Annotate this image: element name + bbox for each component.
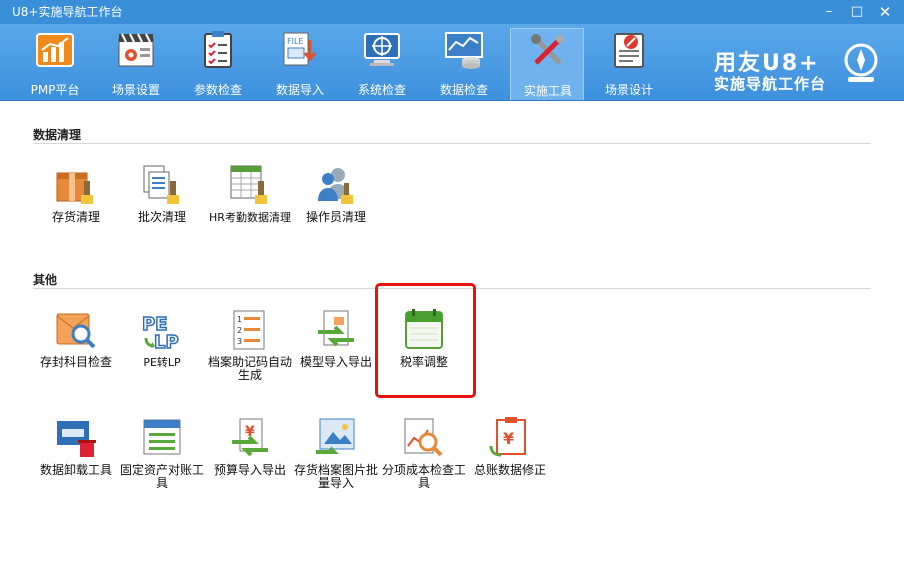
mnemonic-code-icon: 1 2 3 [233,310,265,350]
model-import-export-icon [318,310,354,347]
svg-text:1: 1 [237,315,242,324]
tab-data-check[interactable]: 数据检查 [427,28,501,100]
pmp-chart-icon [36,33,74,67]
tab-scene-settings[interactable]: 场景设置 [99,28,173,100]
pe-to-lp-icon: PE LP [141,313,179,352]
svg-text:LP: LP [154,332,179,352]
tab-label: 场景设计 [604,83,653,97]
tab-label: 数据检查 [439,83,488,97]
svg-text:FILE: FILE [287,37,303,46]
inventory-image-import-icon [316,418,355,454]
tool-label: HR考勤数据清理 [209,211,291,224]
param-check-icon [204,31,232,68]
tool-cost-check[interactable]: 分项成本检查工具 [380,416,466,506]
tool-pe-to-lp[interactable]: PE LP PE转LP [118,308,204,398]
tool-label: 批次清理 [137,210,186,224]
ledger-fix-icon: ¥ [489,417,526,457]
tab-impl-tools[interactable]: 实施工具 [510,28,584,100]
window-title: U8+实施导航工作台 [12,5,123,19]
tool-label: 操作员清理 [305,210,366,224]
data-unload-icon [55,419,96,457]
tool-label: 模型导入导出 [299,355,372,369]
hr-attendance-clean-icon [230,165,267,204]
tab-pmp-platform[interactable]: PMP平台 [18,28,92,100]
tool-fixed-asset-reconcile[interactable]: 固定资产对账工具 [118,416,204,506]
section-divider [33,143,871,144]
tab-label: 数据导入 [275,83,324,97]
tool-hr-attendance-clean[interactable]: HR考勤数据清理 [206,163,292,253]
brand-logo: 用友U8+ 实施导航工作台 [712,37,892,97]
account-check-icon [56,313,96,349]
fixed-asset-reconcile-icon [143,419,181,455]
budget-import-export-icon: ¥ [232,418,268,457]
tool-label: 数据卸载工具 [39,463,112,477]
tool-inventory-image-import[interactable]: 存货档案图片批量导入 [292,416,378,506]
section-title-other: 其他 [33,273,58,287]
title-bar: U8+实施导航工作台 – □ ✕ [0,0,904,24]
tab-label: 系统检查 [357,83,406,97]
system-check-icon [364,33,400,66]
tool-label: 固定资产对账工具 [119,463,204,490]
tool-label: PE转LP [143,356,181,369]
tab-label: 参数检查 [193,83,242,97]
tool-account-check[interactable]: 存封科目检查 [32,308,118,398]
tool-label: 总账数据修正 [473,463,546,477]
tool-budget-import-export[interactable]: ¥ 预算导入导出 [206,416,292,506]
impl-tools-icon [531,34,564,65]
tool-operator-clean[interactable]: 操作员清理 [292,163,378,253]
tab-label: 场景设置 [111,83,160,97]
maximize-icon[interactable]: □ [848,3,866,21]
tab-label: PMP平台 [30,83,80,97]
svg-text:3: 3 [237,337,242,346]
tool-mnemonic-code[interactable]: 1 2 3 档案助记码自动生成 [206,308,292,398]
tool-data-unload[interactable]: 数据卸载工具 [32,416,118,506]
tab-data-import[interactable]: FILE 数据导入 [263,28,337,100]
tab-system-check[interactable]: 系统检查 [345,28,419,100]
tab-param-check[interactable]: 参数检查 [181,28,255,100]
close-icon[interactable]: ✕ [876,3,894,21]
tool-batch-clean[interactable]: 批次清理 [118,163,204,253]
tool-label: 预算导入导出 [213,463,286,477]
tool-label: 存货清理 [51,210,100,224]
svg-text:2: 2 [237,326,242,335]
tool-label: 存货档案图片批量导入 [293,463,378,490]
brand-line2: 实施导航工作台 [714,75,827,93]
tab-label: 实施工具 [523,84,572,98]
data-check-icon [445,32,483,69]
svg-text:¥: ¥ [503,429,514,448]
inventory-clean-icon [56,172,93,204]
tool-ledger-fix[interactable]: ¥ 总账数据修正 [466,416,552,506]
tool-model-import-export[interactable]: 模型导入导出 [292,308,378,398]
minimize-icon[interactable]: – [820,3,838,21]
tool-inventory-clean[interactable]: 存货清理 [32,163,118,253]
highlight-box [375,283,476,398]
tool-label: 存封科目检查 [39,355,112,369]
scene-design-icon [614,33,644,68]
tab-scene-design[interactable]: 场景设计 [592,28,666,100]
section-title-data-clean: 数据清理 [33,128,82,142]
batch-clean-icon [143,165,179,204]
cost-check-icon [404,418,443,457]
data-import-icon: FILE [283,32,317,66]
tool-label: 分项成本检查工具 [381,463,466,490]
scene-settings-icon [118,33,154,67]
compass-icon [844,43,878,82]
operator-clean-icon [318,168,353,204]
tool-label: 档案助记码自动生成 [207,355,292,382]
